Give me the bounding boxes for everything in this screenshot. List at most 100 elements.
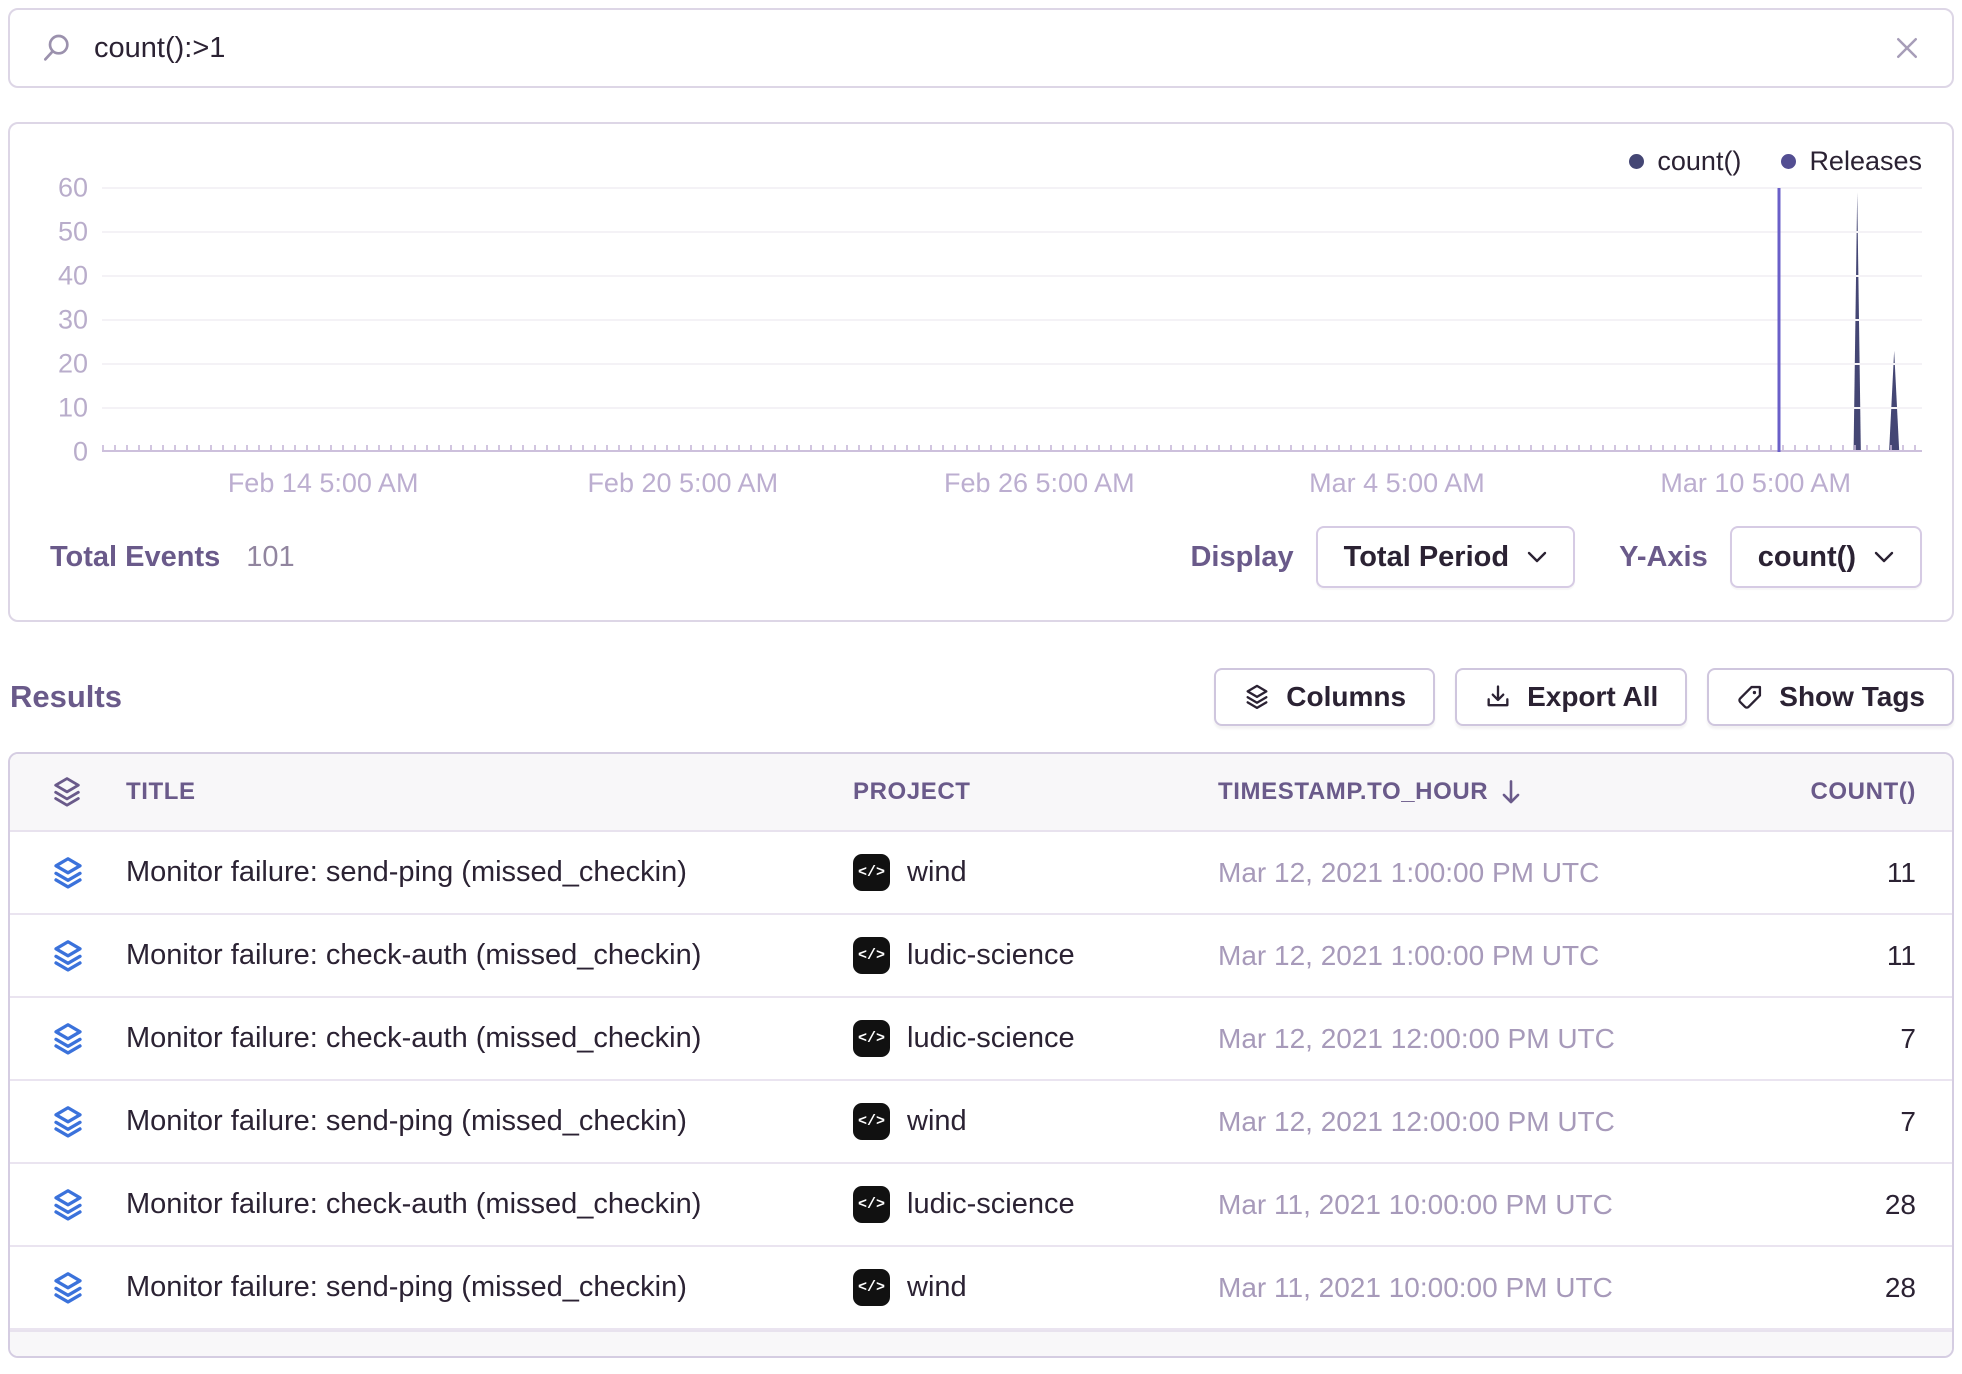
search-icon bbox=[40, 32, 72, 64]
event-timestamp: Mar 12, 2021 12:00:00 PM UTC bbox=[1210, 1023, 1655, 1055]
search-input[interactable]: count():>1 bbox=[94, 32, 1870, 65]
project-platform-icon: </> bbox=[853, 1186, 890, 1223]
gridline bbox=[102, 363, 1922, 365]
chart-plot-area[interactable]: 0102030405060 bbox=[102, 188, 1922, 452]
column-header-project[interactable]: PROJECT bbox=[845, 778, 1210, 806]
sort-arrow-down-icon bbox=[1500, 779, 1522, 805]
table-row[interactable]: Monitor failure: send-ping (missed_check… bbox=[10, 832, 1952, 915]
export-all-button-label: Export All bbox=[1527, 681, 1658, 713]
project-name: ludic-science bbox=[907, 1188, 1075, 1221]
y-axis-tick-label: 20 bbox=[28, 349, 88, 380]
table-row[interactable]: Monitor failure: check-auth (missed_chec… bbox=[10, 998, 1952, 1081]
y-axis-label: Y-Axis bbox=[1619, 541, 1708, 574]
project-name: wind bbox=[907, 1271, 967, 1304]
events-chart-panel: count()Releases 0102030405060 Feb 14 5:0… bbox=[8, 122, 1954, 622]
y-axis-dropdown-value: count() bbox=[1758, 541, 1856, 574]
tag-icon bbox=[1736, 683, 1764, 711]
display-label: Display bbox=[1190, 541, 1293, 574]
table-row[interactable]: Monitor failure: send-ping (missed_check… bbox=[10, 1081, 1952, 1164]
event-stack-icon bbox=[10, 1104, 106, 1140]
gridline bbox=[102, 231, 1922, 233]
event-count: 11 bbox=[1655, 940, 1952, 972]
x-axis-tick-label: Feb 14 5:00 AM bbox=[228, 468, 419, 499]
total-events-label: Total Events bbox=[50, 541, 220, 574]
project-name: ludic-science bbox=[907, 939, 1075, 972]
table-row[interactable]: Monitor failure: check-auth (missed_chec… bbox=[10, 915, 1952, 998]
y-axis-tick-label: 0 bbox=[28, 437, 88, 468]
legend-item[interactable]: count() bbox=[1629, 146, 1741, 177]
legend-item[interactable]: Releases bbox=[1781, 146, 1922, 177]
event-title-link[interactable]: Monitor failure: send-ping (missed_check… bbox=[106, 1105, 845, 1138]
gridline bbox=[102, 275, 1922, 277]
project-platform-icon: </> bbox=[853, 937, 890, 974]
x-axis-tick-label: Mar 10 5:00 AM bbox=[1660, 468, 1851, 499]
event-timestamp: Mar 11, 2021 10:00:00 PM UTC bbox=[1210, 1189, 1655, 1221]
event-timestamp: Mar 11, 2021 10:00:00 PM UTC bbox=[1210, 1272, 1655, 1304]
event-stack-icon bbox=[10, 938, 106, 974]
event-title-link[interactable]: Monitor failure: check-auth (missed_chec… bbox=[106, 1188, 845, 1221]
show-tags-button[interactable]: Show Tags bbox=[1707, 668, 1954, 726]
project-name: ludic-science bbox=[907, 1022, 1075, 1055]
x-axis-tick-label: Feb 26 5:00 AM bbox=[944, 468, 1135, 499]
table-row[interactable]: Monitor failure: check-auth (missed_chec… bbox=[10, 1164, 1952, 1247]
event-title-link[interactable]: Monitor failure: send-ping (missed_check… bbox=[106, 1271, 845, 1304]
display-dropdown[interactable]: Total Period bbox=[1316, 526, 1575, 588]
column-header-title[interactable]: TITLE bbox=[106, 778, 845, 806]
clear-search-icon[interactable] bbox=[1892, 33, 1922, 63]
legend-dot bbox=[1781, 154, 1796, 169]
event-stack-icon bbox=[10, 855, 106, 891]
event-count: 11 bbox=[1655, 857, 1952, 889]
stack-icon[interactable] bbox=[10, 775, 106, 809]
table-header-row: TITLE PROJECT TIMESTAMP.TO_HOUR COUNT() bbox=[10, 754, 1952, 832]
project-platform-icon: </> bbox=[853, 854, 890, 891]
columns-button[interactable]: Columns bbox=[1214, 668, 1435, 726]
event-count: 28 bbox=[1655, 1189, 1952, 1221]
gridline bbox=[102, 319, 1922, 321]
event-count: 28 bbox=[1655, 1272, 1952, 1304]
project-platform-icon: </> bbox=[853, 1269, 890, 1306]
event-count: 7 bbox=[1655, 1106, 1952, 1138]
y-axis-tick-label: 50 bbox=[28, 217, 88, 248]
y-axis-tick-label: 60 bbox=[28, 173, 88, 204]
results-table: TITLE PROJECT TIMESTAMP.TO_HOUR COUNT() … bbox=[8, 752, 1954, 1358]
export-all-button[interactable]: Export All bbox=[1455, 668, 1687, 726]
event-stack-icon bbox=[10, 1270, 106, 1306]
gridline bbox=[102, 407, 1922, 409]
event-title-link[interactable]: Monitor failure: check-auth (missed_chec… bbox=[106, 939, 845, 972]
project-name: wind bbox=[907, 856, 967, 889]
legend-label: count() bbox=[1657, 146, 1741, 177]
legend-label: Releases bbox=[1809, 146, 1922, 177]
event-stack-icon bbox=[10, 1021, 106, 1057]
legend-dot bbox=[1629, 154, 1644, 169]
project-name: wind bbox=[907, 1105, 967, 1138]
release-marker-line[interactable] bbox=[1777, 188, 1780, 452]
y-axis-tick-label: 40 bbox=[28, 261, 88, 292]
results-heading: Results bbox=[10, 679, 122, 715]
y-axis-dropdown[interactable]: count() bbox=[1730, 526, 1922, 588]
results-header: Results Columns Export All bbox=[8, 668, 1954, 726]
chart-footer: Total Events 101 Display Total Period Y-… bbox=[40, 526, 1922, 588]
chart-legend[interactable]: count() Releases bbox=[40, 144, 1922, 178]
event-timestamp: Mar 12, 2021 12:00:00 PM UTC bbox=[1210, 1106, 1655, 1138]
column-header-count[interactable]: COUNT() bbox=[1655, 778, 1952, 806]
event-count: 7 bbox=[1655, 1023, 1952, 1055]
x-axis-tick-label: Mar 4 5:00 AM bbox=[1309, 468, 1485, 499]
gridline bbox=[102, 187, 1922, 189]
layers-icon bbox=[1243, 683, 1271, 711]
x-axis-tick-label: Feb 20 5:00 AM bbox=[587, 468, 778, 499]
project-platform-icon: </> bbox=[853, 1103, 890, 1140]
event-timestamp: Mar 12, 2021 1:00:00 PM UTC bbox=[1210, 857, 1655, 889]
event-title-link[interactable]: Monitor failure: check-auth (missed_chec… bbox=[106, 1022, 845, 1055]
event-title-link[interactable]: Monitor failure: send-ping (missed_check… bbox=[106, 856, 845, 889]
project-platform-icon: </> bbox=[853, 1020, 890, 1057]
table-row[interactable]: Monitor failure: send-ping (missed_check… bbox=[10, 1247, 1952, 1330]
search-bar[interactable]: count():>1 bbox=[8, 8, 1954, 88]
column-header-timestamp[interactable]: TIMESTAMP.TO_HOUR bbox=[1210, 778, 1655, 806]
y-axis-tick-label: 30 bbox=[28, 305, 88, 336]
display-dropdown-value: Total Period bbox=[1344, 541, 1509, 574]
y-axis-tick-label: 10 bbox=[28, 393, 88, 424]
column-header-timestamp-label: TIMESTAMP.TO_HOUR bbox=[1218, 778, 1488, 806]
show-tags-button-label: Show Tags bbox=[1779, 681, 1925, 713]
columns-button-label: Columns bbox=[1286, 681, 1406, 713]
table-footer-strip bbox=[10, 1330, 1952, 1356]
